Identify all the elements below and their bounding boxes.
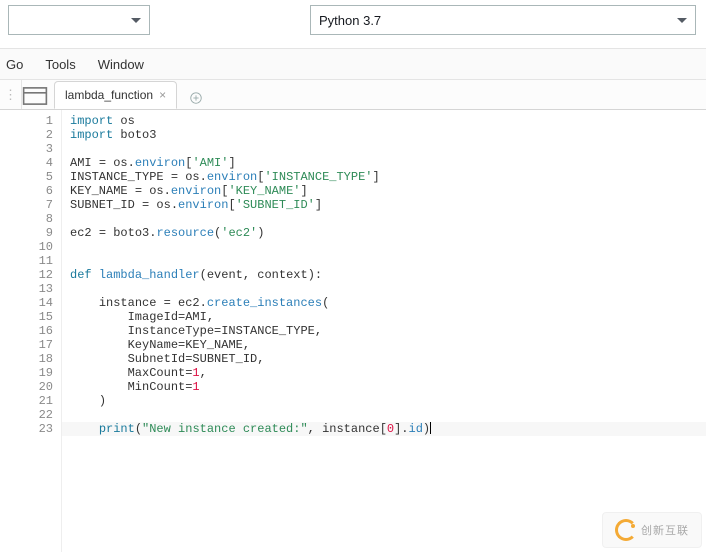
line-number: 2 [4,128,53,142]
code-line[interactable]: KEY_NAME = os.environ['KEY_NAME'] [62,184,706,198]
line-number: 3 [4,142,53,156]
code-line[interactable] [62,254,706,268]
tab-lambda-function[interactable]: lambda_function × [54,81,177,109]
line-number: 6 [4,184,53,198]
line-number: 20 [4,380,53,394]
code-line[interactable]: ) [62,394,706,408]
menu-tools[interactable]: Tools [45,57,75,72]
panel-toggle[interactable] [0,80,22,109]
line-number: 7 [4,198,53,212]
runtime-dropdown[interactable]: Python 3.7 [310,5,696,35]
code-line[interactable]: ImageId=AMI, [62,310,706,324]
code-line[interactable] [62,408,706,422]
code-line[interactable] [62,240,706,254]
tab-label: lambda_function [65,88,153,102]
line-number: 17 [4,338,53,352]
tabs-bar: lambda_function × [0,80,706,110]
code-line[interactable]: import os [62,114,706,128]
handler-dropdown[interactable] [8,5,150,35]
close-icon[interactable]: × [159,88,166,102]
code-line[interactable]: MinCount=1 [62,380,706,394]
top-toolbar: Python 3.7 [0,0,706,40]
code-line[interactable]: ec2 = boto3.resource('ec2') [62,226,706,240]
code-line[interactable]: import boto3 [62,128,706,142]
navigate-icon [22,83,48,109]
code-line[interactable]: AMI = os.environ['AMI'] [62,156,706,170]
line-number: 19 [4,366,53,380]
code-line[interactable]: instance = ec2.create_instances( [62,296,706,310]
code-area[interactable]: import osimport boto3 AMI = os.environ['A… [62,110,706,552]
line-number: 5 [4,170,53,184]
line-number: 8 [4,212,53,226]
line-gutter: 1234567891011121314151617181920212223 [0,110,62,552]
menu-window[interactable]: Window [98,57,144,72]
menu-go[interactable]: Go [6,57,23,72]
plus-icon [189,91,203,105]
line-number: 15 [4,310,53,324]
line-number: 9 [4,226,53,240]
line-number: 12 [4,268,53,282]
code-line[interactable]: INSTANCE_TYPE = os.environ['INSTANCE_TYP… [62,170,706,184]
line-number: 14 [4,296,53,310]
code-line[interactable] [62,282,706,296]
code-line[interactable]: MaxCount=1, [62,366,706,380]
line-number: 10 [4,240,53,254]
line-number: 11 [4,254,53,268]
code-line[interactable]: SubnetId=SUBNET_ID, [62,352,706,366]
line-number: 22 [4,408,53,422]
text-cursor [430,422,431,434]
line-number: 23 [4,422,53,436]
code-line[interactable]: KeyName=KEY_NAME, [62,338,706,352]
caret-down-icon [677,18,687,23]
caret-down-icon [131,18,141,23]
code-line[interactable]: SUBNET_ID = os.environ['SUBNET_ID'] [62,198,706,212]
line-number: 13 [4,282,53,296]
new-tab-button[interactable] [185,87,207,109]
runtime-dropdown-label: Python 3.7 [319,13,381,28]
line-number: 16 [4,324,53,338]
code-line[interactable]: print("New instance created:", instance[… [62,422,706,436]
code-editor[interactable]: 1234567891011121314151617181920212223 im… [0,110,706,552]
navigate-button[interactable] [22,83,48,109]
line-number: 18 [4,352,53,366]
drag-dots-icon [4,87,17,103]
line-number: 21 [4,394,53,408]
code-line[interactable] [62,142,706,156]
line-number: 4 [4,156,53,170]
menu-bar: Go Tools Window [0,48,706,80]
line-number: 1 [4,114,53,128]
watermark: 创新互联 [602,512,702,548]
code-line[interactable] [62,212,706,226]
watermark-text: 创新互联 [641,522,689,538]
code-line[interactable]: def lambda_handler(event, context): [62,268,706,282]
code-line[interactable]: InstanceType=INSTANCE_TYPE, [62,324,706,338]
logo-icon [615,519,637,541]
